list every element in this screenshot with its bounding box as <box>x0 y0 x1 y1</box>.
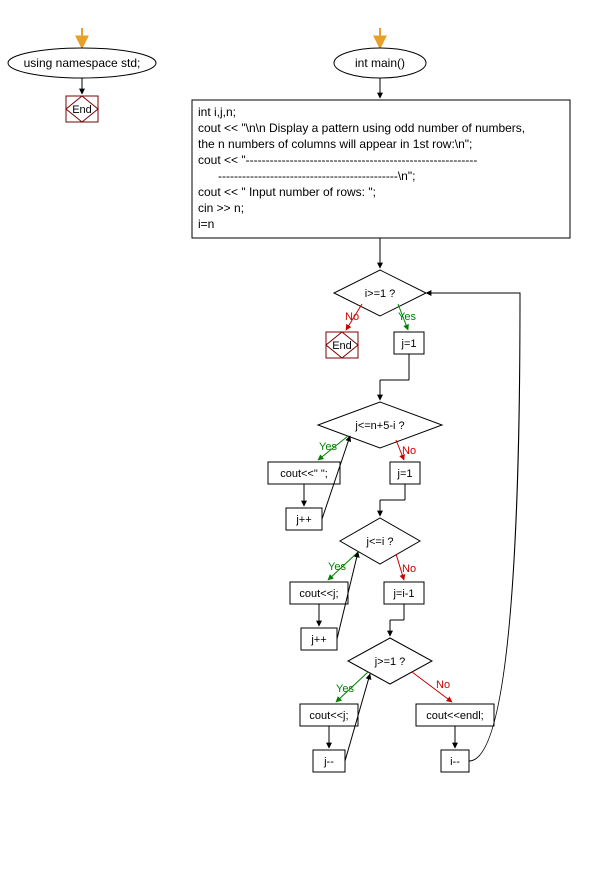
code-l6: cout << " Input number of rows: "; <box>198 185 376 199</box>
code-l5: ----------------------------------------… <box>218 169 415 183</box>
svg-text:j++: j++ <box>310 634 326 646</box>
no-label-3: No <box>402 563 416 575</box>
code-l3: the n numbers of columns will appear in … <box>198 137 472 151</box>
code-l1: int i,j,n; <box>198 105 236 119</box>
yes-label-1: Yes <box>398 311 416 323</box>
svg-text:j=1: j=1 <box>401 338 417 350</box>
svg-text:j--: j-- <box>323 756 334 768</box>
svg-text:j++: j++ <box>295 514 311 526</box>
svg-text:j=1: j=1 <box>397 468 413 480</box>
svg-text:j=i-1: j=i-1 <box>392 588 414 600</box>
svg-text:End: End <box>72 104 92 116</box>
svg-text:j<=i ?: j<=i ? <box>366 536 394 548</box>
end-node-left: End <box>66 96 98 122</box>
end-node-2: End <box>326 332 358 358</box>
svg-text:End: End <box>332 340 352 352</box>
svg-text:cout<<" ";: cout<<" "; <box>280 468 328 480</box>
svg-text:cout<<endl;: cout<<endl; <box>426 710 484 722</box>
namespace-label: using namespace std; <box>24 56 141 70</box>
svg-text:i>=1 ?: i>=1 ? <box>365 288 396 300</box>
yes-label-4: Yes <box>336 683 354 695</box>
flowchart-diagram: using namespace std; End int main() int … <box>0 0 591 886</box>
svg-text:j>=1 ?: j>=1 ? <box>374 656 406 668</box>
code-l7: cin >> n; <box>198 201 244 215</box>
no-label-2: No <box>402 445 416 457</box>
code-l4: cout << "-------------------------------… <box>198 153 477 167</box>
svg-text:i--: i-- <box>450 756 460 768</box>
yes-label-3: Yes <box>328 561 346 573</box>
svg-text:cout<<j;: cout<<j; <box>299 588 338 600</box>
yes-label-2: Yes <box>319 441 337 453</box>
code-l8: i=n <box>198 217 214 231</box>
svg-text:cout<<j;: cout<<j; <box>309 710 348 722</box>
main-label: int main() <box>355 56 405 70</box>
no-label-1: No <box>345 311 359 323</box>
svg-text:j<=n+5-i ?: j<=n+5-i ? <box>354 420 404 432</box>
code-l2: cout << "\n\n Display a pattern using od… <box>198 121 525 135</box>
no-label-4: No <box>436 679 450 691</box>
